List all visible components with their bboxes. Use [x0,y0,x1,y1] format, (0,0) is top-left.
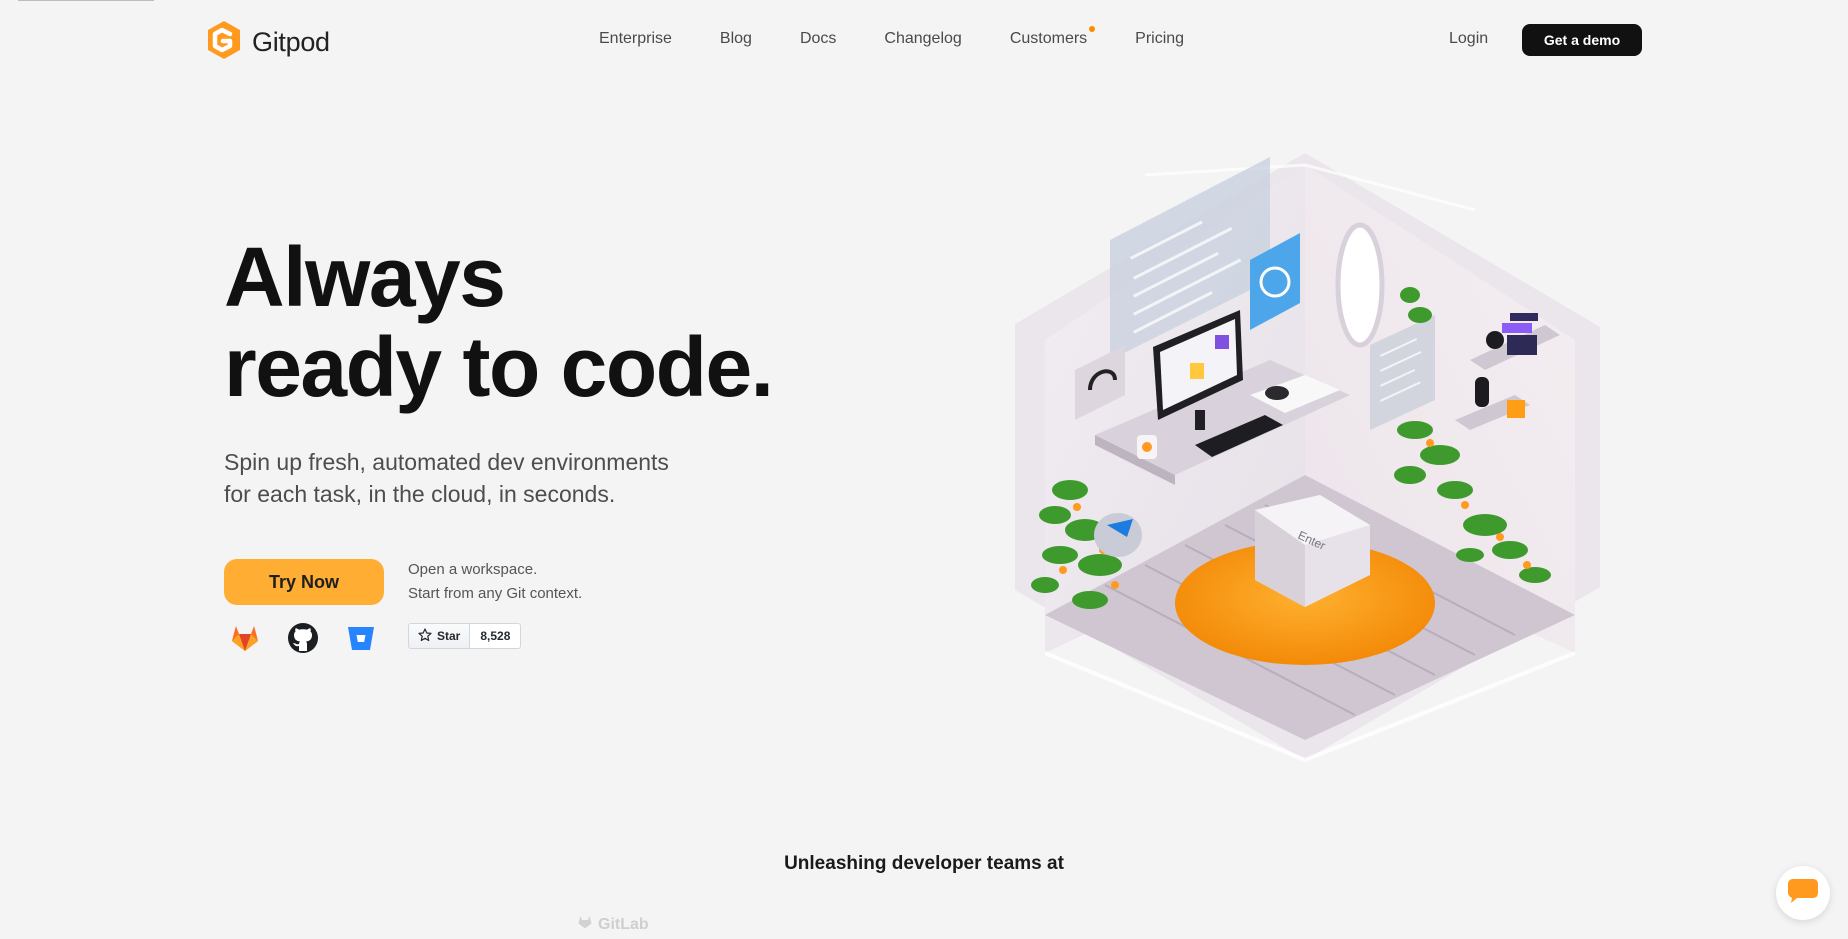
git-provider-icons [229,622,377,654]
github-star-button[interactable]: Star [408,623,471,649]
new-indicator-dot [1089,26,1096,32]
github-icon[interactable] [287,622,319,654]
gitlab-icon[interactable] [229,622,261,654]
nav-item-blog[interactable]: Blog [720,30,752,48]
gitpod-logo-icon [205,19,243,66]
star-icon [418,627,432,645]
customer-logo-gitlab-text: GitLab [598,915,649,933]
chat-widget-button[interactable] [1776,866,1830,920]
hero-headline: Always ready to code. [224,230,774,414]
headline-line-2: ready to code. [224,320,774,414]
workspace-note-line-2: Start from any Git context. [408,585,583,602]
nav-item-customers-label: Customers [1009,30,1088,47]
chat-bubble-icon [1787,877,1819,910]
hero-subheading: Spin up fresh, automated dev environment… [224,446,744,510]
bitbucket-icon[interactable] [345,622,377,654]
nav-item-docs[interactable]: Docs [800,30,836,48]
github-star-count[interactable]: 8,528 [470,623,522,649]
headline-line-1: Always [224,230,506,324]
nav-item-enterprise[interactable]: Enterprise [599,30,672,48]
try-now-button[interactable]: Try Now [224,559,384,605]
loading-bar [18,0,154,1]
subhead-line-1: Spin up fresh, automated dev environment… [224,449,669,475]
github-star-widget: Star 8,528 [408,623,522,649]
gitlab-logo-icon [577,914,593,935]
get-a-demo-button[interactable]: Get a demo [1522,24,1642,56]
workspace-note-line-1: Open a workspace. [408,561,538,578]
nav-item-pricing[interactable]: Pricing [1135,30,1184,48]
main-nav: Enterprise Blog Docs Changelog Customers… [599,26,1184,48]
brand-name: Gitpod [252,27,330,57]
teams-section-title: Unleashing developer teams at [784,853,1064,874]
hero-illustration: Enter [1010,145,1615,765]
workspace-note: Open a workspace. Start from any Git con… [408,558,582,606]
nav-item-changelog[interactable]: Changelog [884,30,961,48]
customer-logo-gitlab: GitLab [577,914,649,935]
star-button-label: Star [437,629,461,643]
login-link[interactable]: Login [1449,30,1488,48]
subhead-line-2: for each task, in the cloud, in seconds. [224,481,616,507]
nav-item-customers[interactable]: Customers [1009,26,1096,48]
gitpod-logo[interactable]: Gitpod [205,19,330,66]
